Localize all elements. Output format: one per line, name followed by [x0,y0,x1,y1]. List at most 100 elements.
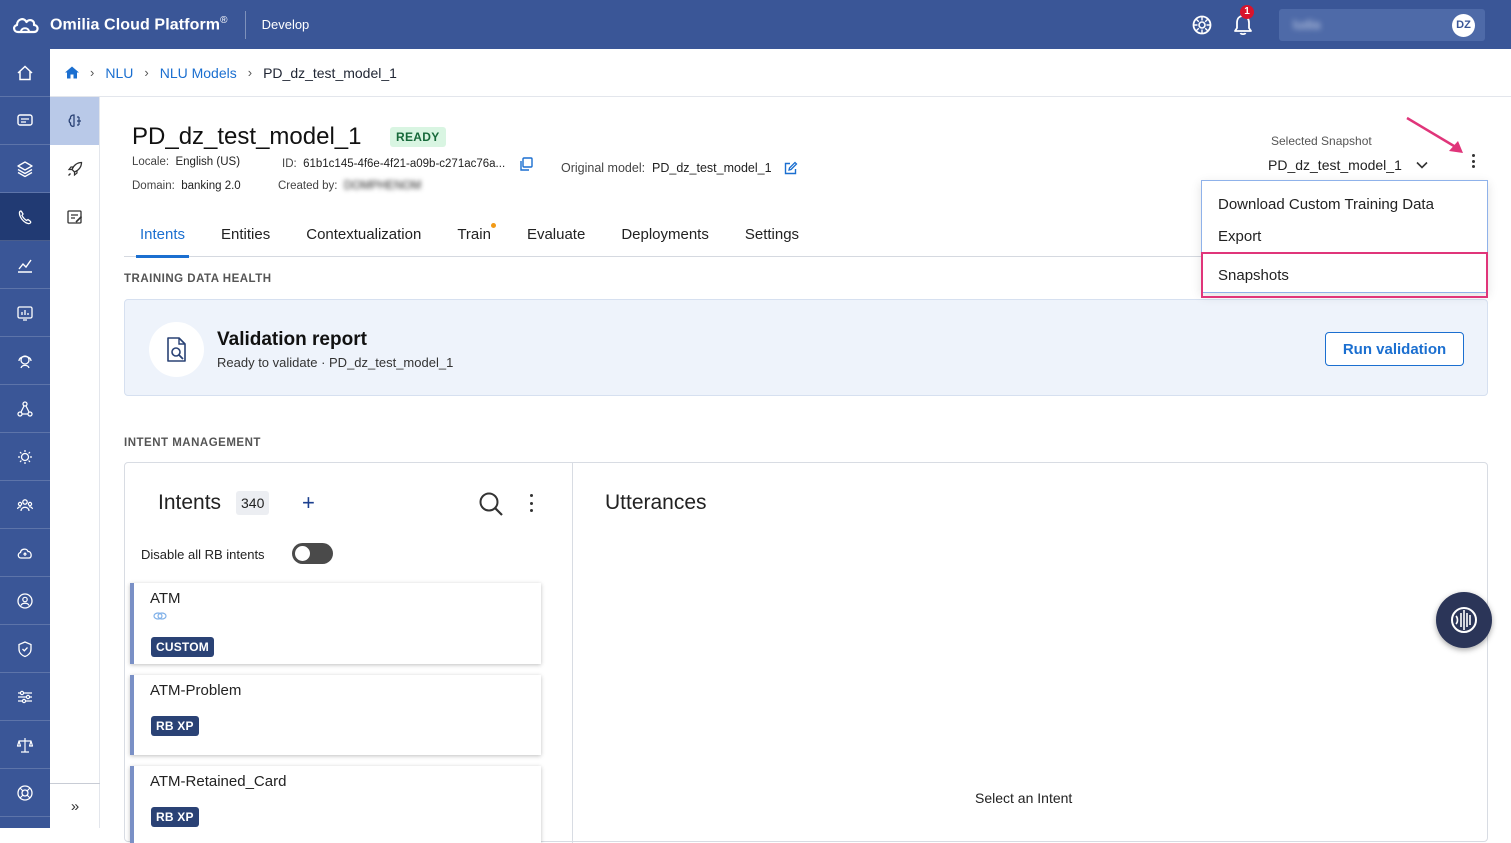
validation-panel: Validation report Ready to validate · PD… [124,299,1488,396]
settings-gear-icon[interactable] [1191,14,1213,36]
intent-name: ATM-Problem [150,682,242,699]
disable-rb-label: Disable all RB intents [141,547,265,562]
user-menu[interactable]: ludia DZ [1279,8,1485,41]
id-value: 61b1c145-4f6e-4f21-a09b-c271ac76a... [303,158,506,171]
rocket-icon [67,161,82,177]
snapshot-value: PD_dz_test_model_1 [1268,157,1402,173]
breadcrumb-nlu[interactable]: NLU [105,65,133,81]
report-icon [17,305,33,321]
empty-state-text: Select an Intent [975,790,1073,806]
headset-icon [18,354,32,368]
search-icon[interactable] [478,491,504,517]
user-name: ludia [1293,17,1321,32]
lifebuoy-icon [17,784,33,801]
divider [244,10,246,39]
nlu-icon [18,209,32,224]
intent-type-badge: RB XP [151,716,199,736]
edit-list-icon [66,210,82,224]
subnav-models[interactable] [50,97,99,145]
more-options-menu: Download Custom Training Data Export Sna… [1201,180,1488,298]
shield-icon [18,640,32,657]
lightbulb-icon [18,449,32,464]
tab-contextualization[interactable]: Contextualization [290,216,437,257]
subnav-annotate[interactable] [50,193,99,241]
intents-count: 340 [236,491,270,515]
validation-title: Validation report [217,329,367,350]
nav-reports[interactable] [0,289,50,337]
main-content: PD_dz_test_model_1 READY Locale: English… [100,97,1511,843]
network-icon [17,400,33,417]
tab-settings[interactable]: Settings [729,216,815,257]
nav-legal[interactable] [0,721,50,769]
nav-security[interactable] [0,625,50,673]
snapshot-select[interactable]: PD_dz_test_model_1 [1268,157,1428,173]
tab-train[interactable]: Train [441,216,507,257]
subnav-deploy[interactable] [50,145,99,193]
expand-sidebar-button[interactable]: » [50,783,100,828]
disable-rb-toggle[interactable] [292,543,333,564]
menu-export[interactable]: Export [1202,220,1487,252]
intent-management-heading: INTENT MANAGEMENT [124,437,261,449]
intent-management-panel: Intents 340 + Disable all RB intents ATM… [124,462,1489,843]
breadcrumb-home[interactable] [65,66,79,79]
sliders-icon [18,690,32,703]
nav-insights[interactable] [0,433,50,481]
utterances-pane: Utterances Select an Intent [574,463,1489,843]
original-value: PD_dz_test_model_1 [652,161,772,175]
locale-meta: Locale: English (US) [132,156,240,168]
locale-label: Locale: [132,156,170,168]
nav-flows[interactable] [0,385,50,433]
nav-cloud[interactable] [0,529,50,577]
nav-integrations[interactable] [0,673,50,721]
validation-icon-wrap [149,322,204,377]
assistant-fab[interactable] [1436,592,1492,648]
nav-analytics[interactable] [0,241,50,289]
intent-card[interactable]: ATM-Problem RB XP [130,675,541,755]
copy-icon[interactable] [518,156,534,172]
original-model-meta: Original model: PD_dz_test_model_1 [561,161,798,176]
locale-value: English (US) [175,156,241,168]
top-bar: Omilia Cloud Platform® Develop 1 ludia D… [0,0,1511,49]
created-value: DOMPHENOM [343,180,422,192]
tab-deployments[interactable]: Deployments [605,216,725,257]
nav-home[interactable] [0,49,50,97]
breadcrumb: › NLU › NLU Models › PD_dz_test_model_1 [50,49,1511,97]
double-chevron-right-icon: » [70,797,80,815]
link-icon [153,612,167,620]
document-search-icon [166,336,186,362]
tab-intents[interactable]: Intents [124,216,201,258]
nav-team[interactable] [0,481,50,529]
layers-icon [17,160,33,177]
chat-icon [17,113,33,126]
intent-card[interactable]: ATM-Retained_Card RB XP [130,766,541,843]
nav-help[interactable] [0,769,50,817]
nav-dialogs[interactable] [0,97,50,145]
add-intent-button[interactable]: + [302,490,315,516]
brand[interactable]: Omilia Cloud Platform® [0,0,228,49]
more-options-button[interactable] [1469,152,1477,170]
tab-evaluate[interactable]: Evaluate [511,216,601,257]
nav-agents[interactable] [0,337,50,385]
nav-nlu[interactable] [0,193,50,241]
breadcrumb-nlu-models[interactable]: NLU Models [160,65,237,81]
assistant-logo-icon [1451,607,1477,633]
intents-title: Intents [158,491,222,514]
cloud-upload-icon [17,548,32,559]
edit-icon[interactable] [783,161,798,176]
team-icon [16,498,34,511]
brain-icon [68,114,81,127]
nav-users[interactable] [0,577,50,625]
intents-more-button[interactable] [528,494,534,512]
menu-snapshots[interactable]: Snapshots [1201,252,1488,298]
notifications-button[interactable]: 1 [1231,4,1255,37]
intent-name: ATM-Retained_Card [150,773,287,790]
tab-entities[interactable]: Entities [205,216,286,257]
intent-card[interactable]: ATM CUSTOM [130,583,541,664]
home-icon [17,64,33,80]
chevron-right-icon: › [90,65,95,80]
run-validation-button[interactable]: Run validation [1325,332,1464,366]
breadcrumb-current: PD_dz_test_model_1 [263,64,397,81]
domain-label: Domain: [132,180,175,192]
nav-layers[interactable] [0,145,50,193]
menu-download-training-data[interactable]: Download Custom Training Data [1202,188,1487,220]
